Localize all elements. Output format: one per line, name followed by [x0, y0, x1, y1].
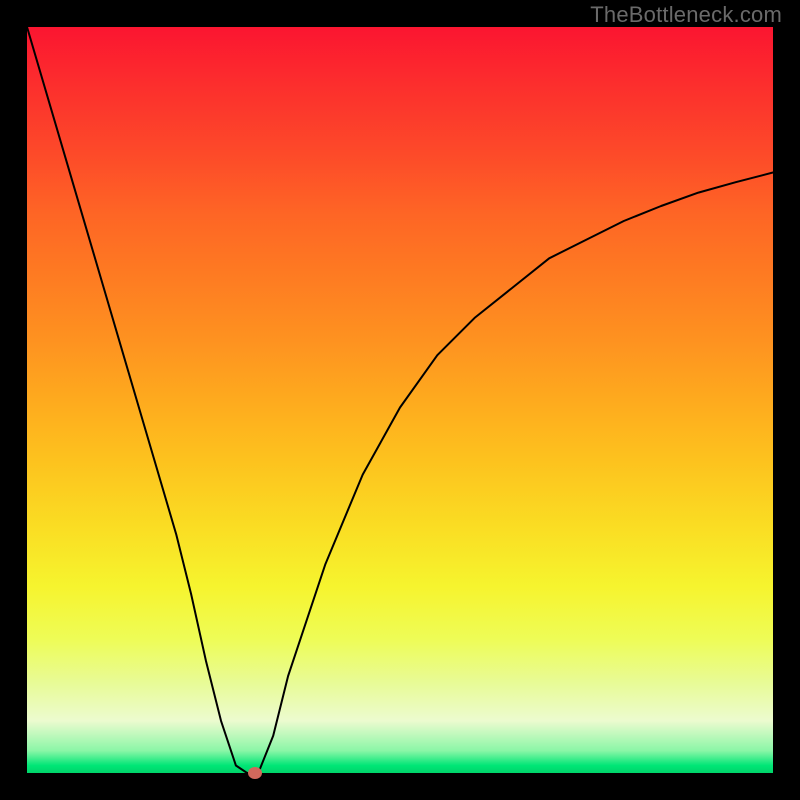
optimal-point-marker [248, 767, 262, 779]
plot-area [27, 27, 773, 773]
watermark-text: TheBottleneck.com [590, 2, 782, 28]
bottleneck-curve [27, 27, 773, 773]
